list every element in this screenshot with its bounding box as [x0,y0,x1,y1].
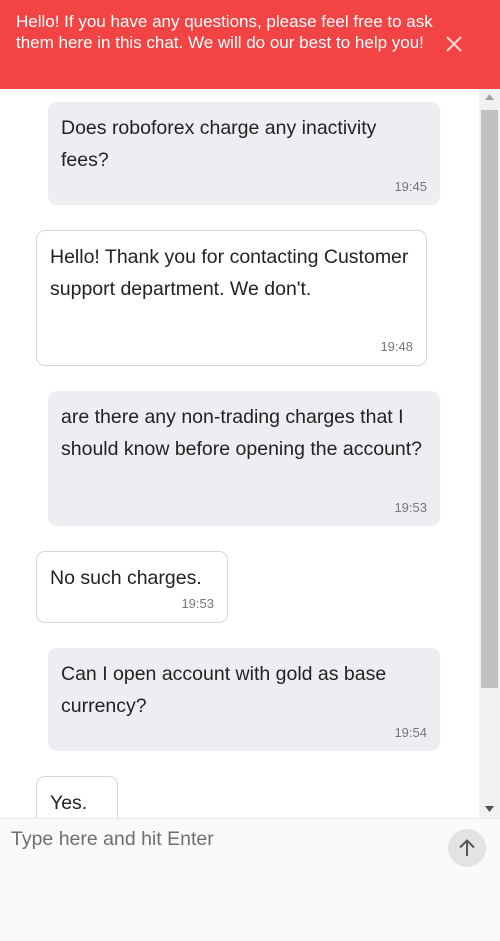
send-button[interactable] [448,829,486,867]
scroll-up-button[interactable] [479,89,500,106]
message-text: Yes. [50,792,88,814]
message-time: 19:48 [380,339,413,354]
close-banner-button[interactable] [444,34,464,54]
message-time: 19:53 [181,596,214,611]
message-time: 19:45 [394,179,427,194]
message-text: No such charges. [50,567,202,589]
scroll-down-button[interactable] [479,801,500,818]
message-time: 19:53 [394,500,427,515]
close-icon [446,36,462,52]
message-user: are there any non-trading charges that I… [48,391,440,526]
message-user: Does roboforex charge any inactivity fee… [48,102,440,205]
message-input[interactable] [0,819,440,939]
message-text: Can I open account with gold as base cur… [61,663,387,717]
welcome-banner: Hello! If you have any questions, please… [0,0,500,89]
message-time: 19:54 [394,725,427,740]
message-agent: No such charges. 19:53 [36,551,228,623]
chat-scrollbar[interactable] [479,89,500,818]
message-agent: Yes. [36,776,118,818]
scroll-thumb[interactable] [481,110,498,688]
message-text: are there any non-trading charges that I… [61,406,423,460]
message-text: Hello! Thank you for contacting Customer… [50,246,409,300]
arrow-up-icon [459,839,475,856]
chat-messages[interactable]: Does roboforex charge any inactivity fee… [0,89,479,818]
triangle-up-icon [485,94,494,100]
message-agent: Hello! Thank you for contacting Customer… [36,230,427,366]
message-composer [0,818,500,941]
message-user: Can I open account with gold as base cur… [48,648,440,751]
triangle-down-icon [485,806,494,812]
message-text: Does roboforex charge any inactivity fee… [61,117,377,171]
banner-message: Hello! If you have any questions, please… [16,12,433,52]
